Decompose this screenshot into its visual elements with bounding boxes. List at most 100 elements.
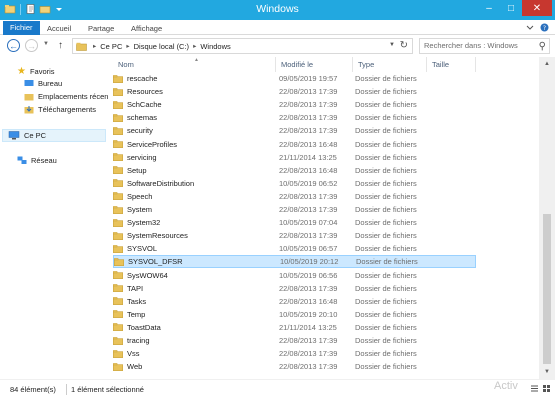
- tab-view[interactable]: Affichage: [125, 22, 168, 35]
- search-input[interactable]: Rechercher dans : Windows ⚲: [419, 38, 550, 54]
- file-type: Dossier de fichiers: [355, 87, 417, 97]
- file-name[interactable]: ToastData: [127, 323, 287, 332]
- table-row[interactable]: SoftwareDistribution 10/05/2019 06:52 Doss…: [113, 177, 476, 190]
- file-name[interactable]: Tasks: [127, 297, 287, 306]
- table-row[interactable]: Vss 22/08/2013 17:39 Dossier de fichiers: [113, 347, 476, 360]
- breadcrumb-separator-icon[interactable]: ▸: [193, 42, 196, 50]
- file-date: 10/05/2019 06:52: [279, 178, 338, 188]
- file-name[interactable]: SoftwareDistribution: [127, 179, 287, 188]
- file-name[interactable]: Resources: [127, 87, 287, 96]
- search-icon[interactable]: ⚲: [539, 40, 546, 54]
- breadcrumb-separator-icon[interactable]: ▸: [126, 42, 129, 50]
- table-row[interactable]: SYSVOL 10/05/2019 06:57 Dossier de fichier…: [113, 242, 476, 255]
- table-row[interactable]: schemas 22/08/2013 17:39 Dossier de fichie…: [113, 111, 476, 124]
- file-date: 22/08/2013 17:39: [279, 231, 338, 241]
- back-button[interactable]: ←: [7, 39, 20, 52]
- scroll-down-icon[interactable]: ▼: [539, 365, 555, 379]
- desktop-icon: [24, 80, 34, 86]
- file-name[interactable]: SysWOW64: [127, 271, 287, 280]
- nav-item-recent[interactable]: Emplacements récen: [24, 92, 108, 101]
- column-date[interactable]: Modifié le: [276, 57, 353, 72]
- file-name[interactable]: Vss: [127, 349, 287, 358]
- minimize-button[interactable]: –: [478, 0, 500, 16]
- nav-item-downloads[interactable]: Téléchargements: [24, 105, 96, 114]
- file-name[interactable]: tracing: [127, 336, 287, 345]
- recent-places-icon: [24, 94, 34, 101]
- file-name[interactable]: Speech: [127, 192, 287, 201]
- search-placeholder: Rechercher dans : Windows: [424, 41, 518, 50]
- address-bar[interactable]: ▸ Ce PC ▸ Disque local (C:) ▸ Windows ▼ …: [72, 38, 413, 54]
- table-row[interactable]: servicing 21/11/2014 13:25 Dossier de fich…: [113, 151, 476, 164]
- table-row[interactable]: SYSVOL_DFSR 10/05/2019 20:12 Dossier de fi…: [113, 255, 476, 269]
- folder-icon: [113, 284, 123, 293]
- column-size[interactable]: Taille: [427, 57, 476, 72]
- nav-item-desktop[interactable]: Bureau: [24, 79, 62, 88]
- table-row[interactable]: Temp 10/05/2019 20:10 Dossier de fichiers: [113, 308, 476, 321]
- maximize-button[interactable]: □: [500, 0, 522, 16]
- file-name[interactable]: TAPI: [127, 284, 287, 293]
- table-row[interactable]: Tasks 22/08/2013 16:48 Dossier de fichiers: [113, 295, 476, 308]
- file-name[interactable]: SYSVOL_DFSR: [128, 257, 288, 266]
- file-name[interactable]: SYSVOL: [127, 244, 287, 253]
- folder-icon: [113, 87, 123, 96]
- file-type: Dossier de fichiers: [355, 231, 417, 241]
- file-name[interactable]: Setup: [127, 166, 287, 175]
- recent-locations-chevron-icon[interactable]: ▼: [43, 41, 49, 47]
- table-row[interactable]: SysWOW64 10/05/2019 06:56 Dossier de fichi…: [113, 269, 476, 282]
- table-row[interactable]: ToastData 21/11/2014 13:25 Dossier de fich…: [113, 321, 476, 334]
- address-history-chevron-icon[interactable]: ▼: [389, 42, 395, 48]
- table-row[interactable]: Setup 22/08/2013 16:48 Dossier de fichiers: [113, 164, 476, 177]
- table-row[interactable]: Speech 22/08/2013 17:39 Dossier de fichier…: [113, 190, 476, 203]
- nav-item-downloads-label: Téléchargements: [38, 105, 96, 114]
- nav-network[interactable]: Réseau: [17, 156, 57, 165]
- breadcrumb-windows[interactable]: Windows: [200, 42, 230, 51]
- breadcrumb-separator-icon[interactable]: ▸: [93, 42, 96, 50]
- table-row[interactable]: SchCache 22/08/2013 17:39 Dossier de fichi…: [113, 98, 476, 111]
- table-row[interactable]: SystemResources 22/08/2013 17:39 Dossier d…: [113, 229, 476, 242]
- breadcrumb-this-pc[interactable]: Ce PC: [100, 42, 122, 51]
- details-view-icon[interactable]: [530, 384, 539, 393]
- file-name[interactable]: SchCache: [127, 100, 287, 109]
- window-title: Windows: [256, 3, 299, 15]
- tab-home[interactable]: Accueil: [41, 22, 77, 35]
- table-row[interactable]: security 22/08/2013 17:39 Dossier de fichi…: [113, 124, 476, 137]
- table-row[interactable]: tracing 22/08/2013 17:39 Dossier de fichie…: [113, 334, 476, 347]
- file-name[interactable]: Web: [127, 362, 287, 371]
- file-name[interactable]: System: [127, 205, 287, 214]
- file-name[interactable]: Temp: [127, 310, 287, 319]
- forward-button[interactable]: →: [25, 39, 38, 52]
- column-type[interactable]: Type: [353, 57, 427, 72]
- file-name[interactable]: schemas: [127, 113, 287, 122]
- scroll-up-icon[interactable]: ▲: [539, 57, 555, 71]
- tab-share[interactable]: Partage: [82, 22, 120, 35]
- file-name[interactable]: SystemResources: [127, 231, 287, 240]
- table-row[interactable]: rescache 09/05/2019 19:57 Dossier de fichi…: [113, 72, 476, 85]
- file-name[interactable]: security: [127, 126, 287, 135]
- close-button[interactable]: ✕: [522, 0, 552, 16]
- file-name[interactable]: rescache: [127, 74, 287, 83]
- folder-icon: [113, 323, 123, 332]
- breadcrumb-local-disk[interactable]: Disque local (C:): [134, 42, 189, 51]
- table-row[interactable]: Web 22/08/2013 17:39 Dossier de fichiers: [113, 360, 476, 373]
- file-name[interactable]: ServiceProfiles: [127, 140, 287, 149]
- vertical-scrollbar[interactable]: ▲ ▼: [539, 57, 555, 379]
- table-row[interactable]: System32 10/05/2019 07:04 Dossier de fichi…: [113, 216, 476, 229]
- refresh-icon[interactable]: ↻: [400, 40, 408, 51]
- file-name[interactable]: System32: [127, 218, 287, 227]
- tab-file[interactable]: Fichier: [3, 21, 40, 35]
- expand-ribbon-icon[interactable]: [526, 25, 534, 31]
- nav-this-pc[interactable]: Ce PC: [2, 129, 106, 142]
- scrollbar-thumb[interactable]: [543, 214, 551, 364]
- large-icons-view-icon[interactable]: [542, 384, 551, 393]
- table-row[interactable]: Resources 22/08/2013 17:39 Dossier de fich…: [113, 85, 476, 98]
- folder-icon: [113, 310, 123, 319]
- table-row[interactable]: ServiceProfiles 22/08/2013 16:48 Dossier d…: [113, 138, 476, 151]
- help-icon[interactable]: ?: [540, 23, 549, 32]
- table-row[interactable]: System 22/08/2013 17:39 Dossier de fichier…: [113, 203, 476, 216]
- file-name[interactable]: servicing: [127, 153, 287, 162]
- file-date: 22/08/2013 17:39: [279, 87, 338, 97]
- file-date: 10/05/2019 20:12: [280, 257, 339, 267]
- up-arrow-icon[interactable]: ↑: [58, 40, 63, 51]
- table-row[interactable]: TAPI 22/08/2013 17:39 Dossier de fichiers: [113, 282, 476, 295]
- nav-favorites[interactable]: ★ Favoris: [17, 66, 55, 77]
